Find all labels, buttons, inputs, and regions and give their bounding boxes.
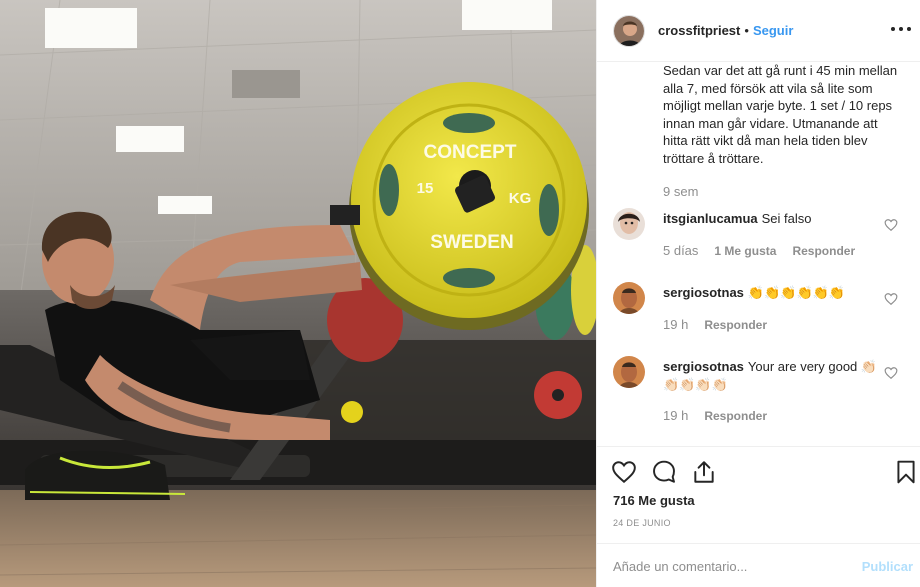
plate-label-bottom: SWEDEN — [430, 232, 513, 253]
bookmark-icon[interactable] — [893, 459, 919, 485]
post-header: crossfitpriest • Seguir — [597, 0, 920, 62]
commenter-avatar[interactable] — [613, 208, 645, 240]
post-actions: 716 Me gusta 24 DE JUNIO Publicar — [597, 446, 920, 587]
comment-input[interactable] — [613, 558, 862, 574]
comment-like-icon[interactable] — [884, 366, 898, 380]
plate-label-top: CONCEPT — [424, 142, 517, 163]
publish-button[interactable]: Publicar — [862, 559, 913, 574]
post-side-panel: crossfitpriest • Seguir Sedan var det at… — [596, 0, 920, 587]
post-photo[interactable]: CONCEPT 15 KG SWEDEN — [0, 0, 596, 587]
likes-count[interactable]: 716 Me gusta — [613, 493, 695, 508]
post-date[interactable]: 24 DE JUNIO — [613, 518, 671, 528]
reply-button[interactable]: Responder — [704, 318, 767, 332]
comments-section[interactable]: Sedan var det att gå runt i 45 min mella… — [597, 62, 920, 446]
comment-like-icon[interactable] — [884, 292, 898, 306]
post-caption: Sedan var det att gå runt i 45 min mella… — [663, 63, 898, 166]
comment-time[interactable]: 19 h — [663, 317, 688, 332]
reply-button[interactable]: Responder — [792, 244, 855, 258]
commenter-avatar[interactable] — [613, 356, 645, 388]
plate-label-right: KG — [509, 190, 532, 207]
comment-likes[interactable]: 1 Me gusta — [714, 244, 776, 258]
comment-icon[interactable] — [651, 459, 677, 485]
author-avatar[interactable] — [613, 14, 645, 47]
follow-button[interactable]: Seguir — [753, 23, 793, 38]
plate-label-left: 15 — [417, 180, 434, 197]
share-icon[interactable] — [691, 459, 717, 485]
caption-timestamp[interactable]: 9 sem — [663, 184, 698, 199]
comment-username[interactable]: sergiosotnas — [663, 359, 744, 374]
heart-icon[interactable] — [611, 459, 637, 485]
author-username[interactable]: crossfitpriest — [658, 23, 740, 38]
comment-time[interactable]: 5 días — [663, 243, 698, 258]
more-icon[interactable] — [891, 22, 911, 36]
header-separator: • — [744, 23, 749, 38]
comment-text: Sei falso — [761, 211, 812, 226]
comment-text: 👏👏👏👏👏👏 — [747, 285, 846, 300]
comment-username[interactable]: itsgianlucamua — [663, 211, 758, 226]
comment-username[interactable]: sergiosotnas — [663, 285, 744, 300]
commenter-avatar[interactable] — [613, 282, 645, 314]
add-comment-bar: Publicar — [597, 543, 920, 587]
comment-time[interactable]: 19 h — [663, 408, 688, 423]
reply-button[interactable]: Responder — [704, 409, 767, 423]
gym-leg-press-photo: CONCEPT 15 KG SWEDEN — [0, 0, 596, 587]
comment-like-icon[interactable] — [884, 218, 898, 232]
